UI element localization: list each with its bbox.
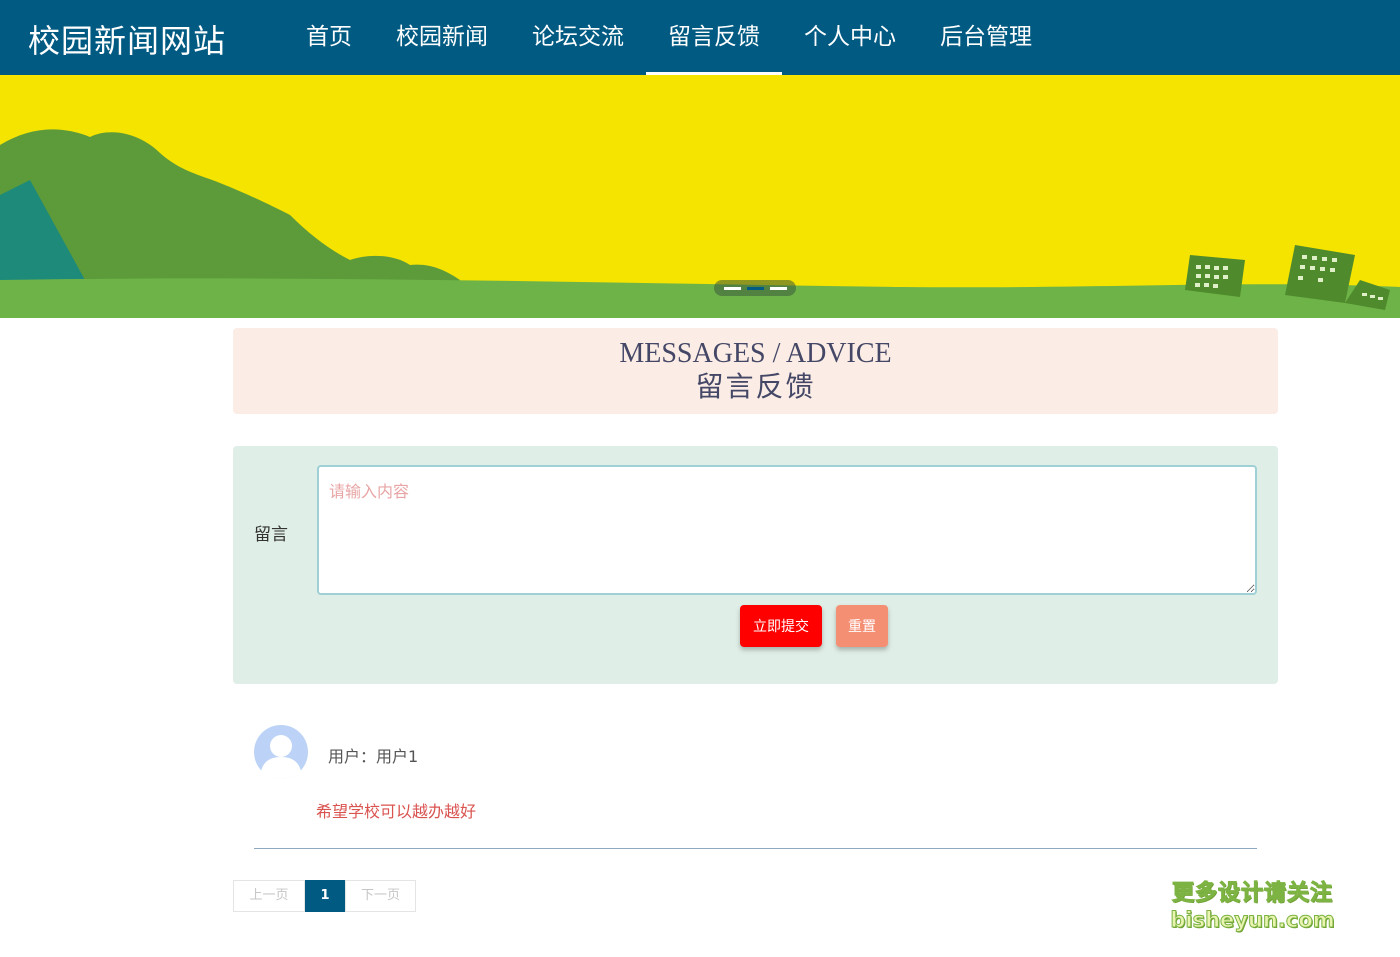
nav-item-forum[interactable]: 论坛交流 (510, 0, 646, 75)
section-title-en: MESSAGES / ADVICE (619, 338, 892, 369)
carousel-indicators (714, 280, 796, 296)
pagination: 上一页 1 下一页 (233, 880, 416, 912)
watermark-line-1: 更多设计请关注 (1171, 881, 1333, 907)
carousel-dot-3[interactable] (769, 286, 787, 290)
nav-item-feedback[interactable]: 留言反馈 (646, 0, 782, 75)
message-form: 留言 立即提交 重置 (233, 446, 1278, 684)
watermark-line-2: bisheyun.com (1170, 908, 1335, 933)
banner-illustration (0, 75, 1400, 318)
nav-item-admin[interactable]: 后台管理 (918, 0, 1054, 75)
page-number-button[interactable]: 1 (305, 880, 345, 912)
message-content: 希望学校可以越办越好 (316, 802, 477, 821)
message-username: 用户：用户1 (328, 747, 419, 766)
nav-item-profile[interactable]: 个人中心 (782, 0, 918, 75)
carousel-dot-1[interactable] (723, 286, 741, 290)
list-item: 用户：用户1 希望学校可以越办越好 (254, 722, 1257, 849)
message-input[interactable] (317, 465, 1257, 595)
nav-item-home[interactable]: 首页 (284, 0, 374, 75)
main-nav: 首页 校园新闻 论坛交流 留言反馈 个人中心 后台管理 (284, 0, 1054, 75)
carousel-dot-2[interactable] (746, 286, 764, 290)
next-page-button[interactable]: 下一页 (345, 880, 416, 912)
banner-carousel[interactable] (0, 75, 1400, 318)
user-avatar-icon (254, 725, 308, 779)
submit-button[interactable]: 立即提交 (740, 605, 822, 647)
section-title-cn: 留言反馈 (695, 372, 816, 403)
top-nav-bar: 校园新闻网站 首页 校园新闻 论坛交流 留言反馈 个人中心 后台管理 (0, 0, 1400, 75)
site-logo[interactable]: 校园新闻网站 (28, 16, 226, 62)
message-label: 留言 (254, 525, 288, 545)
watermark: 更多设计请关注 bisheyun.com (1170, 880, 1335, 934)
prev-page-button[interactable]: 上一页 (233, 880, 305, 912)
nav-item-campus-news[interactable]: 校园新闻 (374, 0, 510, 75)
reset-button[interactable]: 重置 (836, 605, 888, 647)
section-title-box: MESSAGES / ADVICE 留言反馈 (233, 328, 1278, 414)
